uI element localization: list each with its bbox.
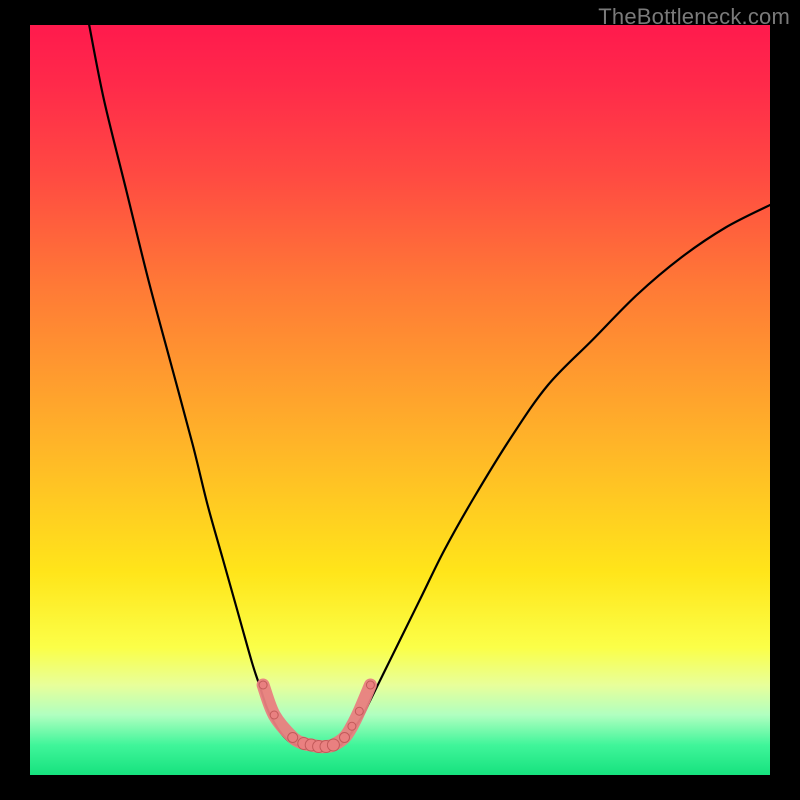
chart-svg: [30, 25, 770, 775]
marker-dot: [288, 733, 298, 743]
curve-lines: [89, 25, 770, 748]
marker-dot: [259, 681, 267, 689]
series-left-curve: [89, 25, 296, 745]
chart-frame: TheBottleneck.com: [0, 0, 800, 800]
marker-dot: [270, 711, 278, 719]
series-right-curve: [341, 205, 770, 745]
marker-dot: [355, 707, 363, 715]
marker-dot: [340, 733, 350, 743]
plot-area: [30, 25, 770, 775]
marker-dot: [366, 681, 374, 689]
marker-connector: [263, 685, 370, 747]
marker-dot: [327, 739, 339, 751]
trough-markers: [259, 681, 374, 753]
marker-dot: [348, 722, 356, 730]
